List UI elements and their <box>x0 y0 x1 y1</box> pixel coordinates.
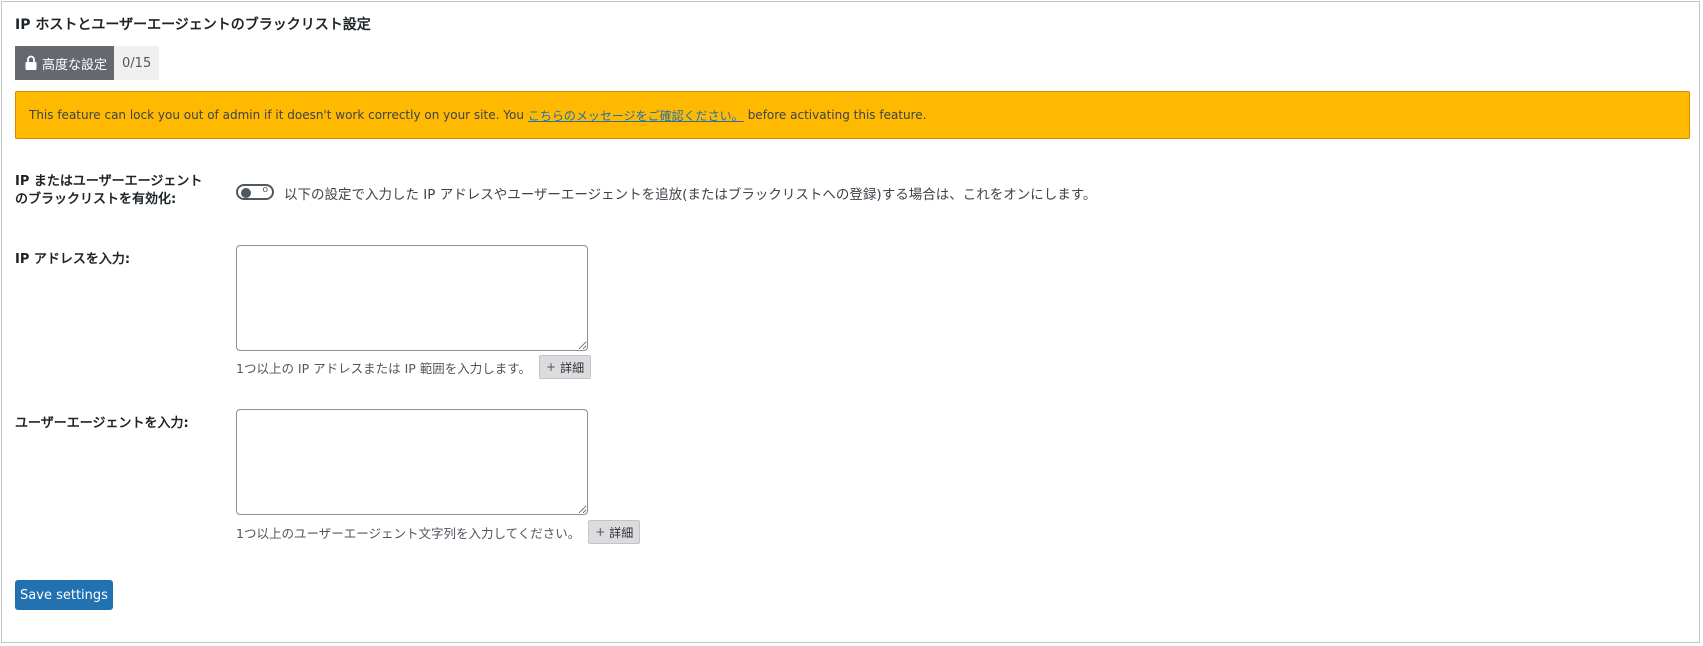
save-settings-button[interactable]: Save settings <box>15 580 113 610</box>
ip-address-textarea[interactable] <box>236 245 588 351</box>
lock-icon <box>24 55 38 71</box>
feature-level-badge: 高度な設定 0/15 <box>15 46 160 80</box>
toggle-off-indicator: o <box>262 185 268 195</box>
enable-blacklist-toggle[interactable]: o <box>236 184 274 200</box>
user-agent-hint-text: 1つ以上のユーザーエージェント文字列を入力してください。 <box>236 525 581 541</box>
badge-level-label: 高度な設定 <box>42 57 108 73</box>
user-agent-textarea[interactable] <box>236 409 588 515</box>
plus-icon: + <box>546 360 557 374</box>
panel-title: IP ホストとユーザーエージェントのブラックリスト設定 <box>15 17 371 33</box>
plus-icon: + <box>595 525 606 539</box>
enable-blacklist-label: IP またはユーザーエージェントのブラックリストを有効化: <box>15 174 203 207</box>
ip-address-hint-text: 1つ以上の IP アドレスまたは IP 範囲を入力します。 <box>236 360 532 376</box>
ip-address-hint: 1つ以上の IP アドレスまたは IP 範囲を入力します。 + 詳細 <box>236 355 592 379</box>
enable-blacklist-description: 以下の設定で入力した IP アドレスやユーザーエージェントを追放(またはブラック… <box>284 187 1097 203</box>
user-agent-hint: 1つ以上のユーザーエージェント文字列を入力してください。 + 詳細 <box>236 520 641 544</box>
ua-details-button[interactable]: + 詳細 <box>588 520 641 544</box>
badge-level: 高度な設定 <box>15 46 115 80</box>
toggle-knob <box>241 188 251 198</box>
ua-details-label: 詳細 <box>609 525 634 540</box>
ip-address-label: IP アドレスを入力: <box>15 252 131 267</box>
settings-panel: IP ホストとユーザーエージェントのブラックリスト設定 高度な設定 0/15 T… <box>1 1 1700 643</box>
warning-notice: This feature can lock you out of admin i… <box>15 91 1690 139</box>
warning-text-before: This feature can lock you out of admin i… <box>29 108 524 122</box>
badge-count: 0/15 <box>114 46 160 80</box>
warning-link[interactable]: こちらのメッセージをご確認ください。 <box>528 107 744 124</box>
warning-text-after: before activating this feature. <box>747 108 927 122</box>
user-agent-label: ユーザーエージェントを入力: <box>15 416 189 431</box>
ip-details-button[interactable]: + 詳細 <box>539 355 592 379</box>
ip-details-label: 詳細 <box>560 360 585 375</box>
